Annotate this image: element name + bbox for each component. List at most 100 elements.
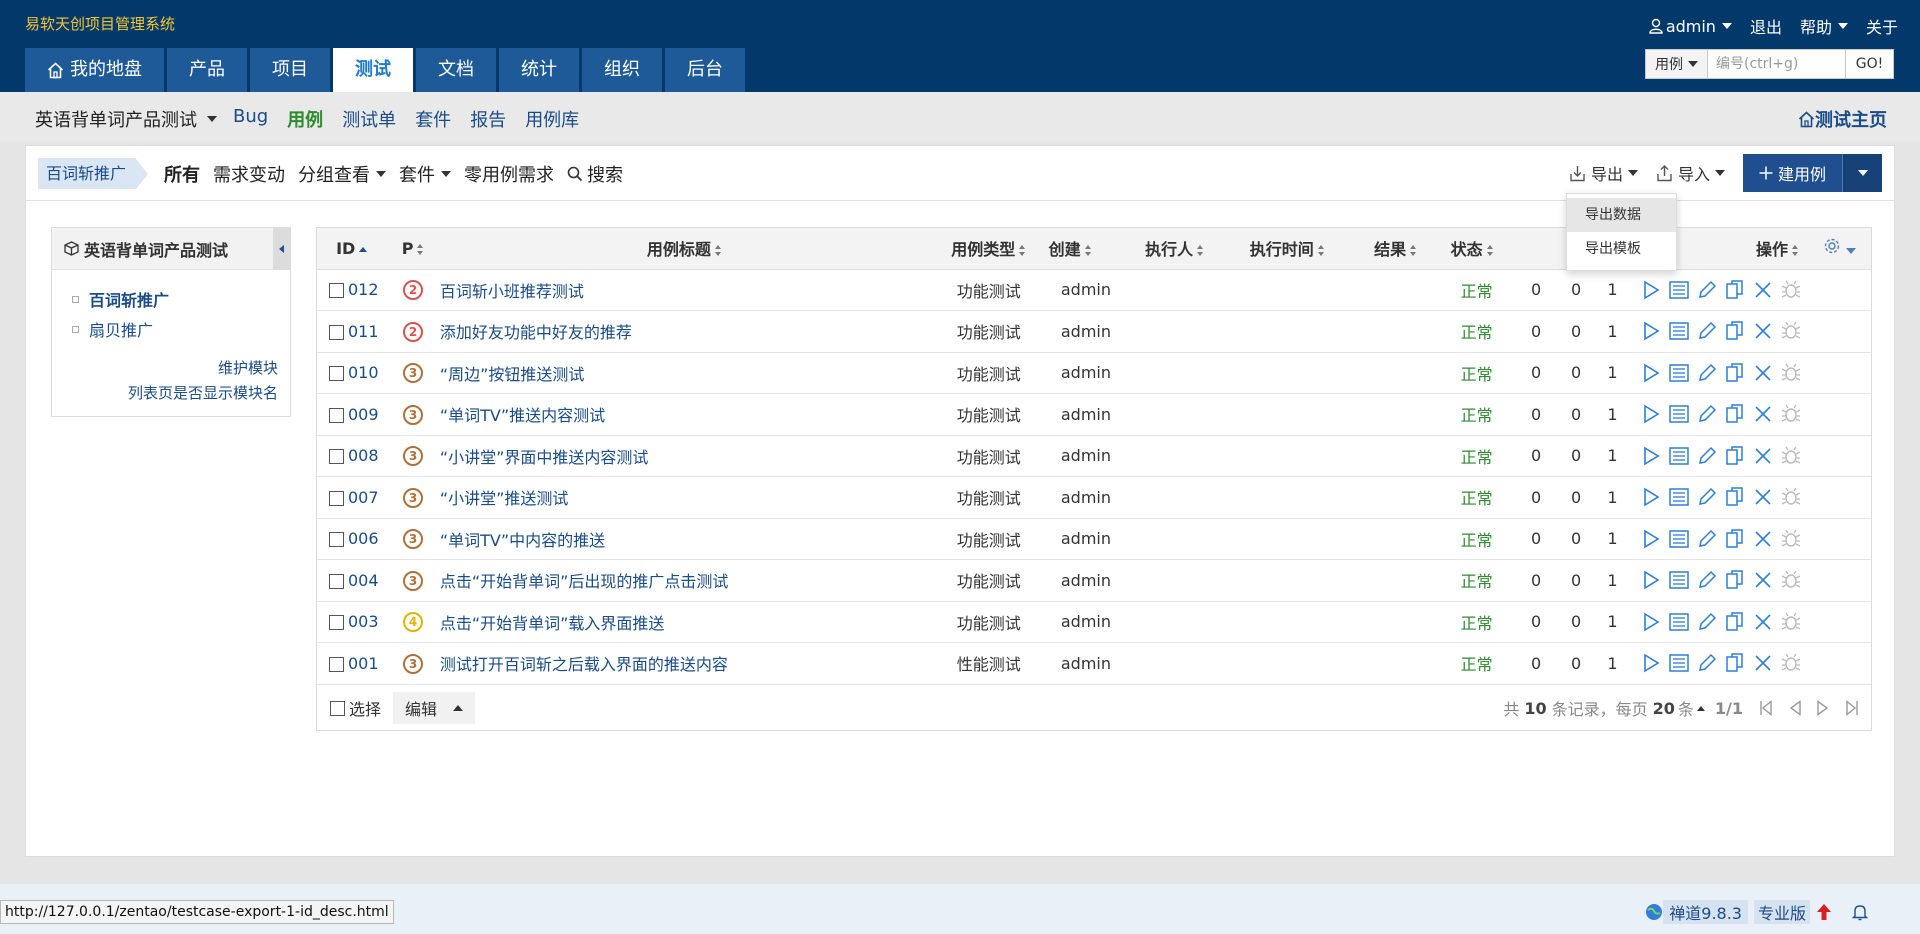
manage-modules-link[interactable]: 维护模块 [128, 356, 278, 381]
col-pri[interactable]: P [386, 228, 440, 270]
delete-button[interactable] [1751, 527, 1775, 551]
delete-button[interactable] [1751, 568, 1775, 592]
run-button[interactable] [1639, 610, 1663, 634]
edit-button[interactable] [1695, 361, 1719, 385]
run-button[interactable] [1639, 444, 1663, 468]
run-button[interactable] [1639, 319, 1663, 343]
row-checkbox[interactable] [329, 283, 344, 299]
edit-button[interactable] [1695, 485, 1719, 509]
delete-button[interactable] [1751, 361, 1775, 385]
edit-button[interactable] [1695, 402, 1719, 426]
row-checkbox[interactable] [329, 615, 344, 631]
case-title-link[interactable]: “单词TV”中内容的推送 [440, 531, 605, 550]
row-checkbox[interactable] [329, 532, 344, 548]
run-button[interactable] [1639, 568, 1663, 592]
table-row[interactable]: 009 3 “单词TV”推送内容测试 功能测试 admin 正常 0 0 1 [317, 393, 1871, 436]
col-exec-time[interactable]: 执行时间 [1225, 228, 1349, 270]
col-status[interactable]: 状态 [1442, 228, 1518, 270]
edit-button[interactable] [1695, 444, 1719, 468]
case-id-link[interactable]: 001 [348, 654, 379, 673]
copy-button[interactable] [1723, 651, 1747, 675]
group-view-menu[interactable]: 分组查看 [298, 161, 386, 187]
subnav-item-0[interactable]: Bug [233, 106, 268, 132]
results-button[interactable] [1667, 319, 1691, 343]
bug-button[interactable] [1779, 527, 1803, 551]
delete-button[interactable] [1751, 402, 1775, 426]
edit-button[interactable] [1695, 568, 1719, 592]
bell-icon[interactable] [1852, 903, 1868, 921]
table-row[interactable]: 012 2 百词斩小班推荐测试 功能测试 admin 正常 0 0 1 [317, 269, 1871, 311]
edit-button[interactable] [1695, 278, 1719, 302]
results-button[interactable] [1667, 485, 1691, 509]
first-page-button[interactable] [1759, 700, 1773, 716]
logout-link[interactable]: 退出 [1750, 14, 1782, 38]
col-result[interactable]: 结果 [1348, 228, 1443, 270]
table-row[interactable]: 003 4 点击“开始背单词”载入界面推送 功能测试 admin 正常 0 0 1 [317, 601, 1871, 643]
table-row[interactable]: 007 3 “小讲堂”推送测试 功能测试 admin 正常 0 0 1 [317, 476, 1871, 519]
bug-button[interactable] [1779, 651, 1803, 675]
case-id-link[interactable]: 006 [348, 529, 379, 548]
results-button[interactable] [1667, 278, 1691, 302]
export-template-item[interactable]: 导出模板 [1567, 232, 1676, 266]
module-tree-item[interactable]: 扇贝推广 [72, 314, 290, 344]
collapse-sidebar-button[interactable] [273, 228, 290, 270]
delete-button[interactable] [1751, 651, 1775, 675]
edit-button[interactable] [1695, 651, 1719, 675]
delete-button[interactable] [1751, 610, 1775, 634]
module-tree-item[interactable]: 百词斩推广 [72, 284, 290, 314]
test-home-link[interactable]: 测试主页 [1798, 106, 1887, 132]
nav-tab-0[interactable]: 我的地盘 [25, 48, 164, 92]
run-button[interactable] [1639, 361, 1663, 385]
show-module-name-link[interactable]: 列表页是否显示模块名 [128, 381, 278, 406]
nav-tab-2[interactable]: 项目 [250, 48, 330, 92]
copy-button[interactable] [1723, 319, 1747, 343]
results-button[interactable] [1667, 402, 1691, 426]
prev-page-button[interactable] [1789, 700, 1801, 716]
case-id-link[interactable]: 004 [348, 571, 379, 590]
copy-button[interactable] [1723, 485, 1747, 509]
user-menu[interactable]: admin [1649, 17, 1732, 36]
results-button[interactable] [1667, 527, 1691, 551]
delete-button[interactable] [1751, 444, 1775, 468]
batch-edit-button[interactable]: 编辑 [393, 692, 476, 724]
case-id-link[interactable]: 011 [348, 322, 379, 341]
copy-button[interactable] [1723, 444, 1747, 468]
chevron-up-icon[interactable] [1696, 705, 1705, 711]
table-row[interactable]: 006 3 “单词TV”中内容的推送 功能测试 admin 正常 0 0 1 [317, 518, 1871, 560]
copy-button[interactable] [1723, 278, 1747, 302]
case-title-link[interactable]: “小讲堂”界面中推送内容测试 [440, 448, 649, 467]
case-id-link[interactable]: 009 [348, 405, 379, 424]
case-title-link[interactable]: 百词斩小班推荐测试 [440, 282, 584, 301]
bug-button[interactable] [1779, 610, 1803, 634]
nav-tab-3[interactable]: 测试 [333, 48, 413, 92]
nav-tab-7[interactable]: 后台 [665, 48, 745, 92]
edit-button[interactable] [1695, 610, 1719, 634]
edit-button[interactable] [1695, 527, 1719, 551]
module-breadcrumb[interactable]: 百词斩推广 [38, 158, 149, 189]
col-type[interactable]: 用例类型 [928, 228, 1049, 270]
export-button[interactable]: 导出 [1569, 161, 1638, 185]
run-button[interactable] [1639, 527, 1663, 551]
search-type-select[interactable]: 用例 [1645, 49, 1708, 79]
subnav-item-2[interactable]: 测试单 [342, 106, 396, 132]
bug-button[interactable] [1779, 319, 1803, 343]
case-id-link[interactable]: 003 [348, 612, 379, 631]
edit-button[interactable] [1695, 319, 1719, 343]
case-title-link[interactable]: 点击“开始背单词”载入界面推送 [440, 614, 665, 633]
results-button[interactable] [1667, 568, 1691, 592]
run-button[interactable] [1639, 485, 1663, 509]
table-row[interactable]: 004 3 点击“开始背单词”后出现的推广点击测试 功能测试 admin 正常 0 0 1 [317, 559, 1871, 602]
copy-button[interactable] [1723, 402, 1747, 426]
subnav-item-5[interactable]: 用例库 [525, 106, 579, 132]
delete-button[interactable] [1751, 485, 1775, 509]
subnav-item-4[interactable]: 报告 [470, 106, 506, 132]
col-creator[interactable]: 创建 [1048, 228, 1124, 270]
nav-tab-4[interactable]: 文档 [416, 48, 496, 92]
upgrade-arrow-icon[interactable] [1816, 903, 1832, 921]
row-checkbox[interactable] [329, 407, 344, 423]
results-button[interactable] [1667, 610, 1691, 634]
run-button[interactable] [1639, 402, 1663, 426]
bug-button[interactable] [1779, 361, 1803, 385]
col-title[interactable]: 用例标题 [439, 228, 929, 270]
bug-button[interactable] [1779, 278, 1803, 302]
